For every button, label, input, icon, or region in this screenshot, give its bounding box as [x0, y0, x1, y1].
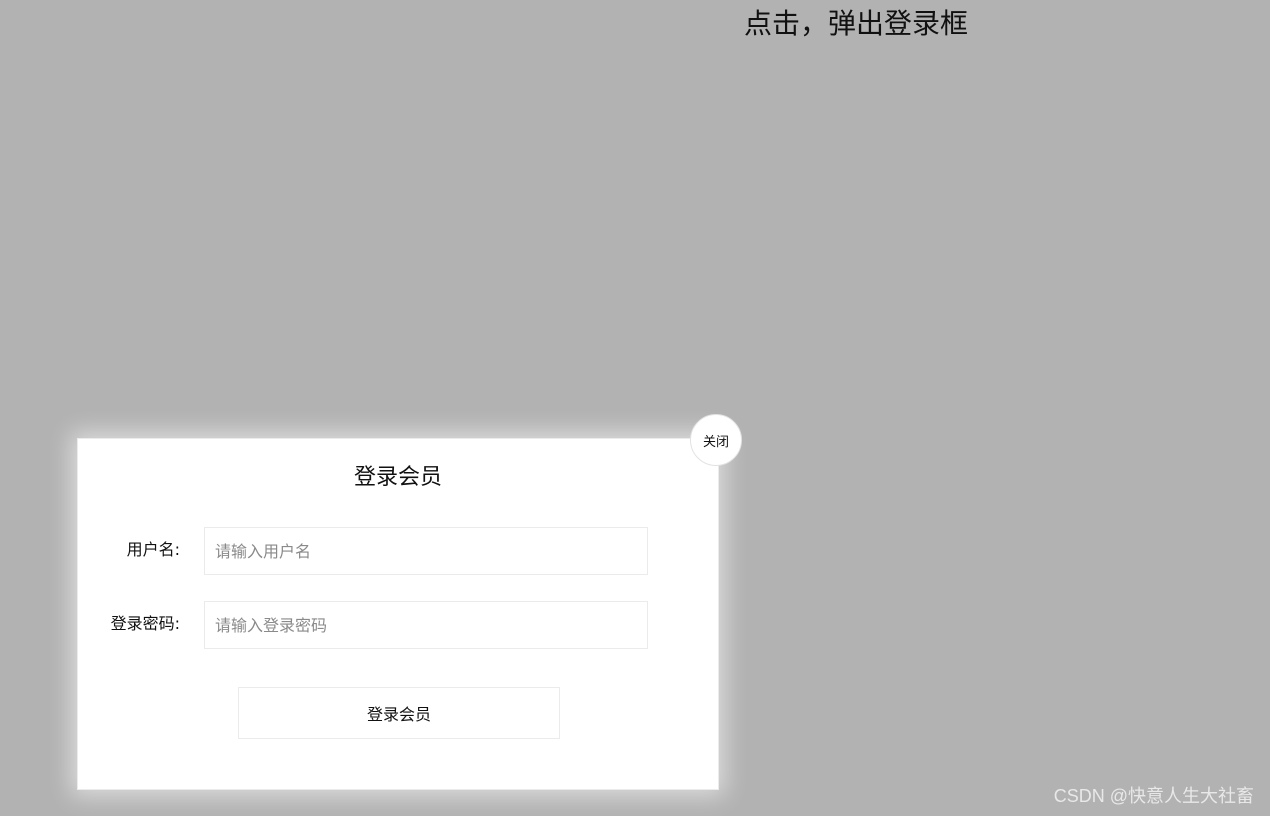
login-submit-button[interactable]: 登录会员: [238, 687, 560, 739]
username-input[interactable]: [204, 527, 648, 575]
login-modal: 登录会员 用户名: 登录密码: 登录会员: [77, 438, 719, 790]
password-input[interactable]: [204, 601, 648, 649]
password-label: 登录密码:: [110, 614, 180, 633]
password-row: 登录密码:: [78, 601, 718, 651]
username-label: 用户名:: [126, 540, 180, 559]
username-row: 用户名:: [78, 527, 718, 577]
close-modal-button[interactable]: 关闭: [690, 414, 742, 466]
watermark: CSDN @快意人生大社畜: [1053, 786, 1254, 806]
modal-title: 登录会员: [353, 465, 442, 490]
open-login-link[interactable]: 点击，弹出登录框: [744, 6, 968, 42]
